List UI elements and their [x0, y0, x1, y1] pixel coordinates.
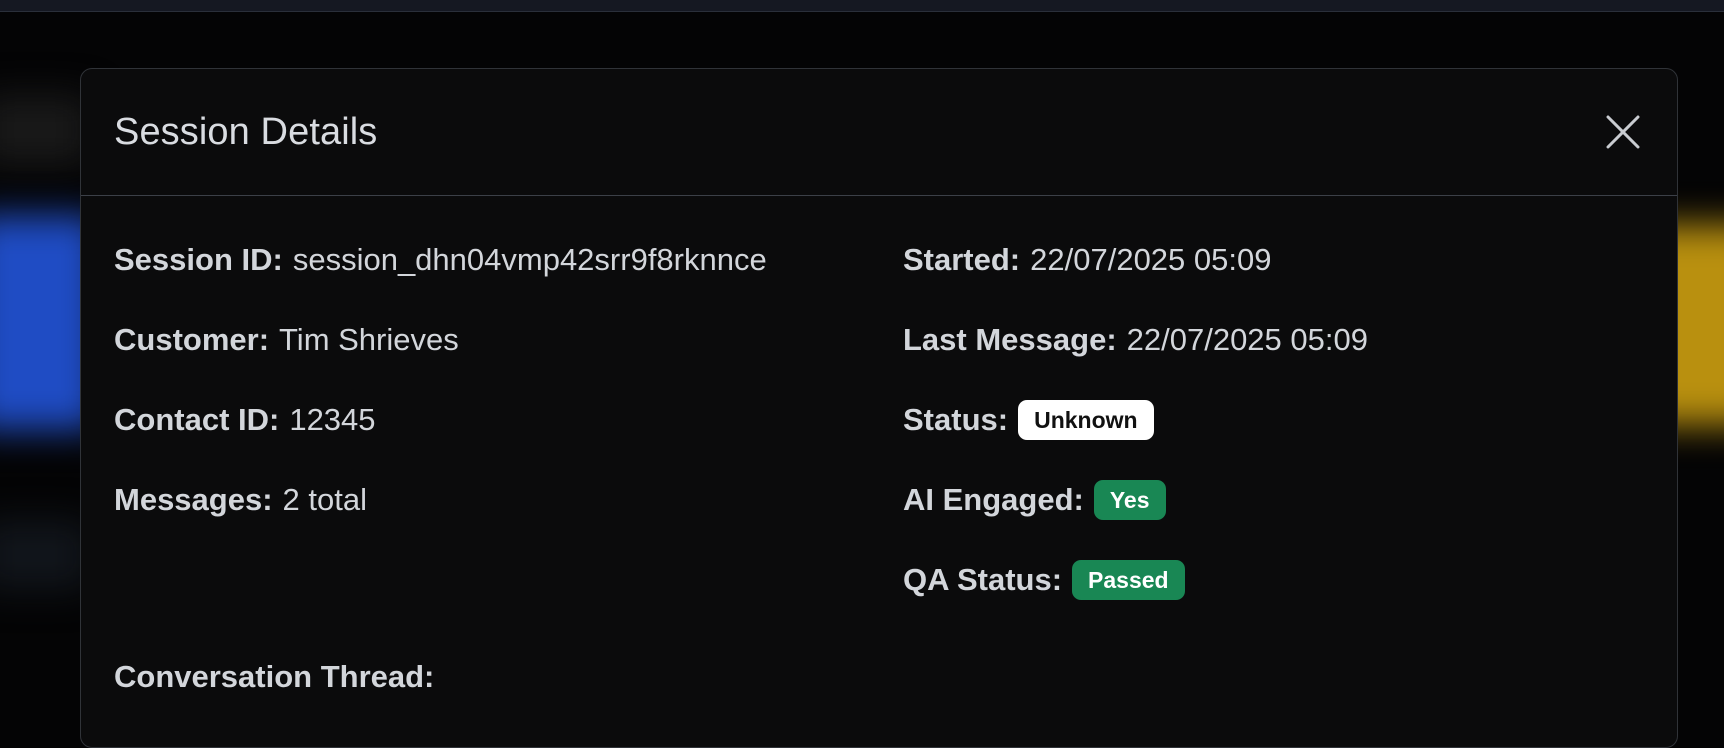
qa-status-label: QA Status:: [903, 562, 1063, 597]
last-message-value: 22/07/2025 05:09: [1126, 322, 1368, 357]
background-blur: [0, 95, 90, 165]
contact-id-label: Contact ID:: [114, 402, 280, 437]
close-icon: [1606, 115, 1640, 149]
modal-title: Session Details: [114, 110, 378, 153]
ai-engaged-badge: Yes: [1093, 480, 1166, 520]
status-row: Status: Unknown: [903, 400, 1154, 440]
ai-engaged-label: AI Engaged:: [903, 482, 1084, 517]
contact-id-value: 12345: [289, 402, 376, 437]
started-row: Started: 22/07/2025 05:09: [903, 240, 1271, 280]
session-details-modal: Session Details Session ID: session_dhn0…: [80, 68, 1678, 748]
messages-row: Messages: 2 total: [114, 480, 367, 520]
top-navbar: [0, 0, 1724, 12]
customer-label: Customer:: [114, 322, 270, 357]
started-value: 22/07/2025 05:09: [1030, 242, 1272, 277]
close-button[interactable]: [1603, 112, 1643, 152]
session-id-label: Session ID:: [114, 242, 283, 277]
last-message-label: Last Message:: [903, 322, 1117, 357]
messages-label: Messages:: [114, 482, 273, 517]
modal-header: Session Details: [81, 69, 1677, 196]
messages-value: 2 total: [282, 482, 367, 517]
status-badge: Unknown: [1018, 400, 1154, 440]
started-label: Started:: [903, 242, 1021, 277]
customer-row: Customer: Tim Shrieves: [114, 320, 459, 360]
background-blur: [0, 520, 90, 590]
customer-value: Tim Shrieves: [279, 322, 459, 357]
session-id-value: session_dhn04vmp42srr9f8rknnce: [292, 242, 767, 277]
session-id-row: Session ID: session_dhn04vmp42srr9f8rknn…: [114, 240, 767, 280]
contact-id-row: Contact ID: 12345: [114, 400, 376, 440]
status-label: Status:: [903, 402, 1009, 437]
ai-engaged-row: AI Engaged: Yes: [903, 480, 1166, 520]
qa-status-row: QA Status: Passed: [903, 560, 1185, 600]
qa-status-badge: Passed: [1072, 560, 1185, 600]
conversation-thread-heading: Conversation Thread:: [114, 659, 435, 694]
last-message-row: Last Message: 22/07/2025 05:09: [903, 320, 1368, 360]
